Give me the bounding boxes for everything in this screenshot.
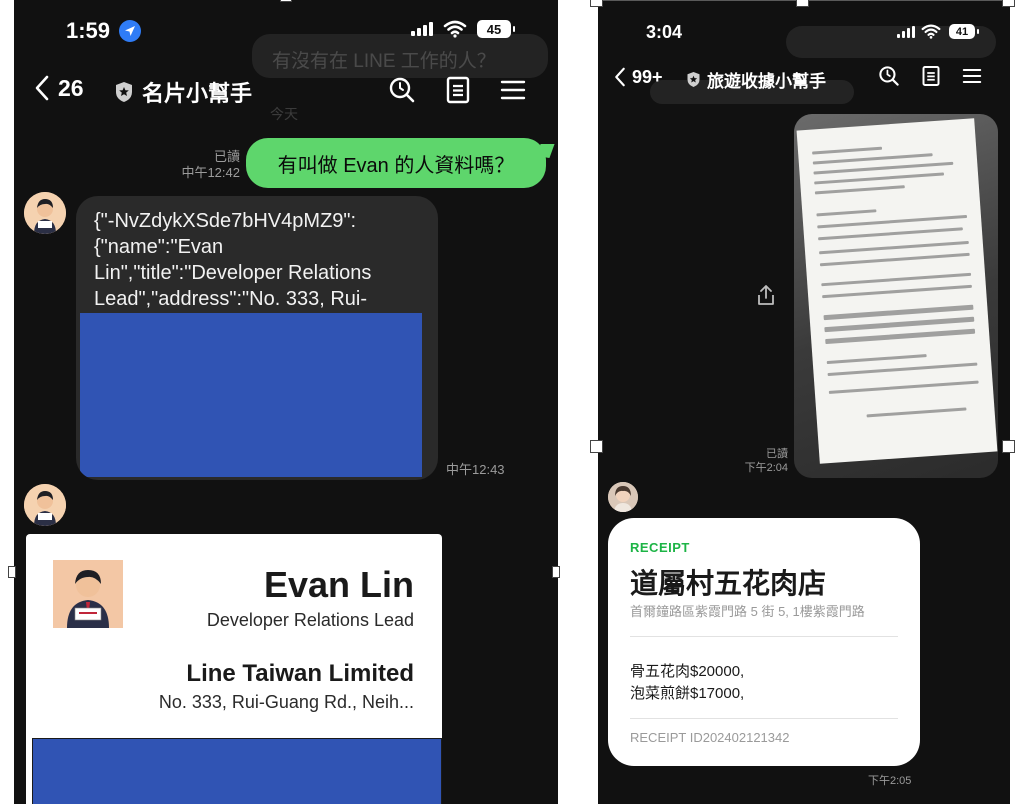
chat-header: 26 名片小幫手 xyxy=(14,70,558,110)
card-name: Evan Lin xyxy=(263,564,414,605)
notes-icon[interactable] xyxy=(446,76,470,104)
verified-badge-icon xyxy=(687,72,700,87)
receipt-label: RECEIPT xyxy=(630,540,690,555)
redacted-block xyxy=(80,313,422,477)
resize-handle[interactable] xyxy=(1002,0,1015,7)
receipt-card[interactable]: RECEIPT 道屬村五花肉店 首爾鐘路區紫霞門路 5 街 5, 1樓紫霞門路 … xyxy=(608,518,920,766)
receipt-message-time: 下午2:05 xyxy=(868,775,912,787)
wifi-icon xyxy=(443,20,467,38)
chat-title-text: 名片小幫手 xyxy=(142,81,253,106)
right-phone-screen: 3:04 41 99+ 旅遊收據小幫手 已讀 下午2:04 RECEIPT 道屬… xyxy=(598,0,1010,804)
share-icon[interactable] xyxy=(756,284,776,306)
receipt-store-address: 首爾鐘路區紫霞門路 5 街 5, 1樓紫霞門路 xyxy=(630,604,865,619)
json-line: Lin","title":"Developer Relations xyxy=(94,262,372,284)
bot-avatar[interactable] xyxy=(24,192,66,234)
status-indicators: 45 xyxy=(411,20,515,38)
menu-icon[interactable] xyxy=(500,78,526,102)
message-time: 下午2:04 xyxy=(744,461,788,474)
receipt-id: RECEIPT ID202402121342 xyxy=(630,730,790,745)
receipt-store-name: 道屬村五花肉店 xyxy=(630,568,827,599)
message-read-status: 已讀 下午2:04 xyxy=(708,448,788,476)
back-button[interactable]: 26 xyxy=(34,74,84,102)
bot-message-time: 中午12:43 xyxy=(446,462,505,477)
card-address: No. 333, Rui-Guang Rd., Neih... xyxy=(158,692,414,712)
receipt-divider xyxy=(630,636,898,637)
bot-avatar[interactable] xyxy=(608,482,638,512)
status-time: 3:04 xyxy=(646,22,683,42)
chat-title: 旅遊收據小幫手 xyxy=(686,67,826,92)
message-time: 中午12:42 xyxy=(181,165,240,181)
chat-title: 名片小幫手 xyxy=(114,76,252,108)
json-line: {"name":"Evan xyxy=(94,236,224,258)
receipt-item: 骨五花肉$20000, xyxy=(630,663,745,680)
back-button[interactable]: 99+ xyxy=(614,66,663,88)
read-receipt: 已讀 xyxy=(213,149,240,164)
unread-count: 99+ xyxy=(632,66,663,87)
unread-count: 26 xyxy=(58,74,84,101)
json-reply-text: {"-NvZdykXSde7bHV4pMZ9": {"name":"Evan L… xyxy=(94,208,371,312)
search-icon[interactable] xyxy=(878,65,900,87)
ghost-message-text: 有沒有在 LINE 工作的人？ xyxy=(272,51,496,72)
user-message-bubble[interactable]: 有叫做 Evan 的人資料嗎？ xyxy=(246,138,546,188)
resize-handle[interactable] xyxy=(796,0,809,7)
bot-json-reply-bubble[interactable]: {"-NvZdykXSde7bHV4pMZ9": {"name":"Evan L… xyxy=(76,196,438,480)
chevron-left-icon xyxy=(615,67,625,87)
status-time: 1:59 xyxy=(66,18,111,43)
json-line: {"-NvZdykXSde7bHV4pMZ9": xyxy=(94,210,357,232)
wifi-icon xyxy=(921,24,941,39)
resize-handle[interactable] xyxy=(280,0,292,2)
battery-indicator: 41 xyxy=(949,24,979,39)
verified-badge-icon xyxy=(116,82,132,102)
receipt-paper-image xyxy=(796,118,998,464)
cellular-signal-icon xyxy=(897,25,915,38)
resize-handle[interactable] xyxy=(552,566,560,578)
notes-icon[interactable] xyxy=(922,65,940,87)
business-card[interactable]: Evan Lin Developer Relations Lead Line T… xyxy=(26,534,442,804)
resize-handle[interactable] xyxy=(590,0,603,7)
location-arrow-icon xyxy=(119,20,141,42)
bot-avatar[interactable] xyxy=(24,484,66,526)
header-actions xyxy=(388,76,526,104)
read-receipt: 已讀 xyxy=(766,448,788,460)
battery-indicator: 45 xyxy=(477,20,515,38)
chat-title-text: 旅遊收據小幫手 xyxy=(707,72,826,91)
resize-handle[interactable] xyxy=(8,566,16,578)
card-company: Line Taiwan Limited xyxy=(186,660,414,687)
resize-handle[interactable] xyxy=(1002,440,1015,453)
status-indicators: 41 xyxy=(897,24,979,39)
card-title: Developer Relations Lead xyxy=(206,610,414,630)
receipt-photo-message[interactable] xyxy=(794,114,998,478)
redacted-block xyxy=(32,738,442,804)
chevron-left-icon xyxy=(35,75,49,101)
receipt-item: 泡菜煎餅$17000, xyxy=(630,685,745,702)
left-phone-screen: 有沒有在 LINE 工作的人？ 今天 1:59 45 26 名片小幫手 已讀 中… xyxy=(14,0,558,804)
json-line: Lead","address":"No. 333, Rui- xyxy=(94,288,367,310)
cellular-signal-icon xyxy=(411,22,433,36)
message-read-status: 已讀 中午12:42 xyxy=(164,149,240,182)
header-actions xyxy=(878,65,982,87)
search-icon[interactable] xyxy=(388,76,416,104)
card-photo xyxy=(53,560,123,628)
menu-icon[interactable] xyxy=(962,67,982,85)
resize-handle[interactable] xyxy=(590,440,603,453)
screenshot-stage: 有沒有在 LINE 工作的人？ 今天 1:59 45 26 名片小幫手 已讀 中… xyxy=(0,0,1030,804)
receipt-divider xyxy=(630,718,898,719)
chat-header: 99+ 旅遊收據小幫手 xyxy=(598,62,1010,94)
